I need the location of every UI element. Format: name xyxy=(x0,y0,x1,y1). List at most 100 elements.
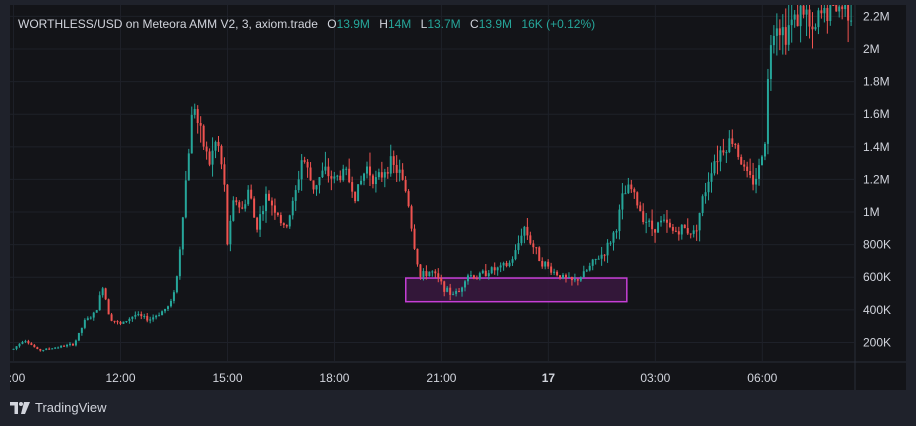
candle-body xyxy=(21,341,24,344)
candle-body xyxy=(710,173,713,182)
candle-body xyxy=(282,223,285,226)
candle-body xyxy=(149,319,152,321)
candle-body xyxy=(449,287,452,295)
candle-body xyxy=(680,224,683,235)
candle-body xyxy=(12,348,15,350)
price-tick-label: 2M xyxy=(863,42,880,56)
candle-body xyxy=(455,291,458,294)
candle-body xyxy=(354,191,357,202)
change-value: 16K (+0.12%) xyxy=(521,17,596,31)
tradingview-logo-icon xyxy=(10,401,30,414)
candle-body xyxy=(508,262,511,267)
candle-body xyxy=(172,292,175,301)
candle-body xyxy=(597,258,600,260)
candle-body xyxy=(624,193,627,195)
candle-body xyxy=(336,175,339,177)
price-tick-label: 1.4M xyxy=(863,140,890,154)
candle-body xyxy=(345,168,348,170)
candle-body xyxy=(627,184,630,194)
candle-body xyxy=(238,202,241,208)
candle-body xyxy=(101,288,104,296)
candle-body xyxy=(259,214,262,230)
candle-body xyxy=(648,220,651,222)
candle-body xyxy=(481,270,484,274)
candle-body xyxy=(386,172,389,174)
price-tick-label: 2.2M xyxy=(863,9,890,23)
close-value: 13.9M xyxy=(478,17,513,31)
candle-body xyxy=(74,340,77,346)
candle-body xyxy=(229,220,232,245)
candle-body xyxy=(564,274,567,278)
candle-body xyxy=(639,205,642,212)
candle-body xyxy=(847,5,850,21)
candle-body xyxy=(244,204,247,209)
candle-body xyxy=(781,27,784,36)
chart-area[interactable]: 200K 400K 600K 800K 1M 1.2M 1.4M 1.6M 1.8M 2M 2.2M… xyxy=(10,5,906,390)
candle-body xyxy=(523,226,526,236)
candle-body xyxy=(428,271,431,277)
candle-body xyxy=(698,212,701,231)
candle-body xyxy=(594,259,597,261)
candle-body xyxy=(187,153,190,181)
candle-body xyxy=(452,293,455,295)
candle-body xyxy=(273,205,276,213)
candle-body xyxy=(303,160,306,162)
candle-body xyxy=(389,156,392,174)
candle-body xyxy=(579,277,582,281)
footer-brand[interactable]: TradingView xyxy=(10,400,107,415)
candle-body xyxy=(380,172,383,178)
candle-body xyxy=(701,196,704,213)
candle-body xyxy=(368,166,371,176)
price-axis[interactable]: 200K 400K 600K 800K 1M 1.2M 1.4M 1.6M 1.8M 2M 2.2M xyxy=(863,9,891,349)
candle-body xyxy=(104,288,107,300)
candle-body xyxy=(737,144,740,157)
candle-body xyxy=(181,217,184,250)
candle-body xyxy=(556,271,559,276)
time-tick-label: 12:00 xyxy=(106,371,136,385)
candle-body xyxy=(446,287,449,292)
candle-body xyxy=(309,167,312,181)
candle-body xyxy=(719,150,722,162)
candle-body xyxy=(95,310,98,313)
candle-body xyxy=(763,143,766,157)
time-tick-label: 9:00 xyxy=(10,371,26,385)
candle-body xyxy=(820,10,823,14)
candle-body xyxy=(841,6,844,10)
candle-body xyxy=(591,259,594,266)
time-tick-label: 18:00 xyxy=(319,371,349,385)
candle-body xyxy=(805,9,808,15)
open-value: 13.9M xyxy=(336,17,370,31)
candle-body xyxy=(116,321,119,323)
candle-body xyxy=(772,35,775,46)
candle-body xyxy=(265,193,268,212)
candle-body xyxy=(499,265,502,268)
candle-body xyxy=(743,164,746,167)
candle-body xyxy=(722,150,725,153)
candle-body xyxy=(645,221,648,223)
candle-body xyxy=(562,274,565,279)
price-tick-label: 1.2M xyxy=(863,172,890,186)
candle-body xyxy=(107,299,110,315)
candle-body xyxy=(419,264,422,277)
candle-body xyxy=(850,20,853,22)
candle-body xyxy=(196,109,199,123)
price-tick-label: 400K xyxy=(863,303,891,317)
candle-body xyxy=(665,219,668,223)
candle-body xyxy=(86,318,89,320)
candle-body xyxy=(413,228,416,249)
time-axis[interactable]: 9:00 12:00 15:00 18:00 21:00 17 03:00 06:00 xyxy=(10,371,778,385)
candle-body xyxy=(167,306,170,309)
candle-body xyxy=(502,262,505,266)
candle-body xyxy=(24,341,27,343)
candle-body xyxy=(152,317,155,320)
candle-body xyxy=(695,230,698,232)
candle-body xyxy=(89,317,92,319)
candle-body xyxy=(425,271,428,277)
price-chart[interactable]: 200K 400K 600K 800K 1M 1.2M 1.4M 1.6M 1.8M 2M 2.2M… xyxy=(10,5,906,390)
candle-body xyxy=(312,180,315,190)
symbol-title[interactable]: WORTHLESS/USD on Meteora AMM V2, 3, axio… xyxy=(18,17,318,31)
candle-body xyxy=(422,271,425,277)
candle-body xyxy=(83,319,86,328)
candle-body xyxy=(383,172,386,178)
candle-body xyxy=(570,276,573,281)
